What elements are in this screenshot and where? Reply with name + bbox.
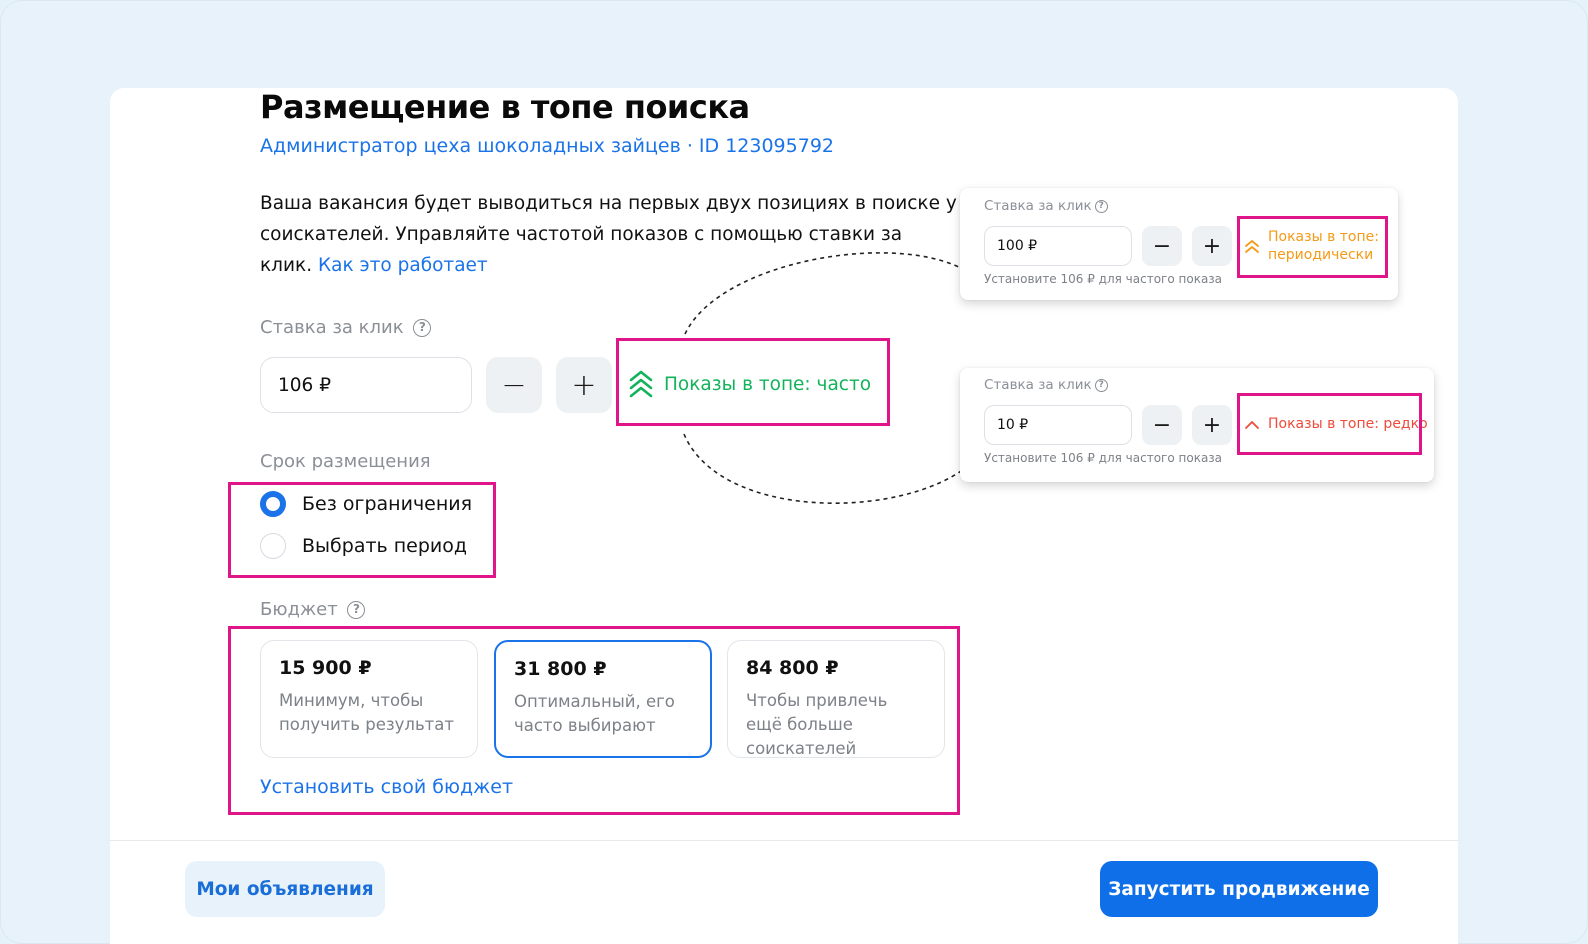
highlight-example-rare: [1237, 393, 1422, 455]
example-increase-button: +: [1192, 226, 1232, 266]
example-bid-value: 10 ₽: [997, 417, 1029, 433]
question-circle-icon: ?: [1094, 199, 1108, 213]
example-bid-input: 100 ₽: [984, 226, 1132, 266]
example-hint: Установите 106 ₽ для частого показа: [984, 272, 1223, 286]
example-label: Ставка за клик: [984, 377, 1092, 393]
connector-top: [684, 252, 969, 335]
example-bid-value: 100 ₽: [997, 238, 1038, 254]
example-label-row: Ставка за клик?: [984, 377, 1108, 393]
example-label: Ставка за клик: [984, 198, 1092, 214]
example-bid-input: 10 ₽: [984, 405, 1132, 445]
example-label-row: Ставка за клик?: [984, 198, 1108, 214]
example-hint: Установите 106 ₽ для частого показа: [984, 451, 1223, 465]
question-circle-icon: ?: [1094, 378, 1108, 392]
highlight-example-periodic: [1237, 216, 1388, 278]
example-decrease-button: −: [1142, 405, 1182, 445]
example-increase-button: +: [1192, 405, 1232, 445]
example-decrease-button: −: [1142, 226, 1182, 266]
connector-bottom: [683, 433, 969, 504]
